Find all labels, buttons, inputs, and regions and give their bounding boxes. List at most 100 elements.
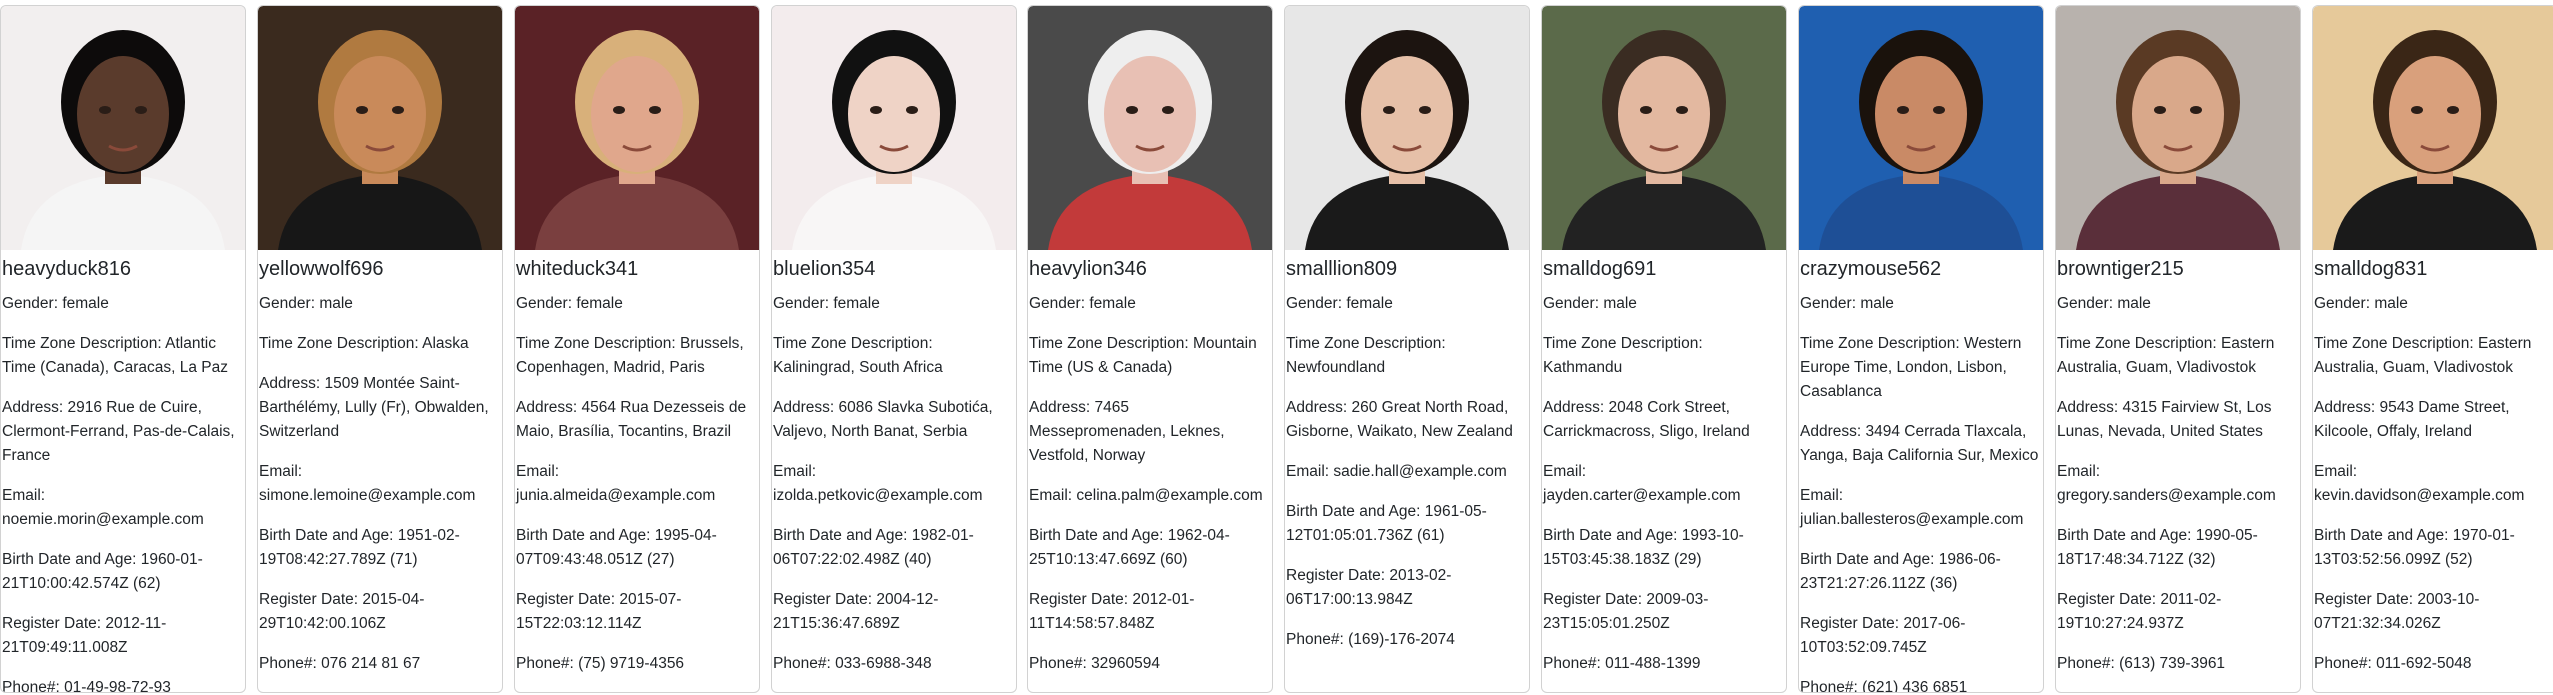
user-card: whiteduck341 Gender: female Time Zone Desc… (514, 5, 760, 693)
user-card-body: heavylion346 Gender: female Time Zone Desc… (1028, 250, 1272, 676)
address-field: Address: 7465 Messepromenaden, Leknes, V… (1029, 396, 1272, 468)
user-card: smalldog691 Gender: male Time Zone Descrip… (1541, 5, 1787, 693)
field-value: Newfoundland (1286, 359, 1386, 376)
user-card: heavylion346 Gender: female Time Zone Desc… (1027, 5, 1273, 693)
user-card-body: browntiger215 Gender: male Time Zone Descr… (2056, 250, 2300, 676)
username: yellowwolf696 (259, 258, 384, 280)
avatar-portrait (1285, 6, 1529, 250)
gender-field: Gender: male (259, 292, 502, 316)
field-label: Time Zone Description: (1029, 335, 1193, 352)
email-field: Email: julian.ballesteros@example.com (1800, 484, 2043, 532)
username: smalldog831 (2314, 258, 2428, 280)
gender-field: Gender: male (2314, 292, 2553, 316)
field-label: Gender: (1029, 295, 1090, 312)
field-value: 076 214 81 67 (321, 655, 421, 672)
field-value: female (833, 295, 880, 312)
field-label: Birth Date and Age: (1800, 551, 1939, 568)
timezone-field: Time Zone Description: Mountain Time (US… (1029, 332, 1272, 380)
field-label: Birth Date and Age: (259, 527, 398, 544)
field-value: (621) 436 6851 (1862, 679, 1968, 693)
phone-field: Phone#: 011-488-1399 (1543, 652, 1786, 676)
field-label: Gender: (516, 295, 577, 312)
field-label: Register Date: (2314, 591, 2418, 608)
avatar-portrait (1, 6, 245, 250)
field-label: Birth Date and Age: (2057, 527, 2196, 544)
user-photo (1542, 6, 1786, 250)
register-date-field: Register Date: 2003-10-07T21:32:34.026Z (2314, 588, 2553, 636)
birth-date-field: Birth Date and Age: 1961-05-12T01:05:01.… (1286, 500, 1529, 548)
phone-field: Phone#: 32960594 (1029, 652, 1272, 676)
field-value: male (2374, 295, 2408, 312)
register-date-field: Register Date: 2004-12-21T15:36:47.689Z (773, 588, 1016, 636)
field-value: Alaska (422, 335, 469, 352)
field-value: male (319, 295, 353, 312)
field-value: noemie.morin@example.com (2, 511, 204, 528)
field-label: Birth Date and Age: (1543, 527, 1682, 544)
field-value: celina.palm@example.com (1076, 487, 1263, 504)
field-label: Gender: (1543, 295, 1604, 312)
email-field: Email: celina.palm@example.com (1029, 484, 1272, 508)
username: smalldog691 (1543, 258, 1657, 280)
register-date-field: Register Date: 2009-03-23T15:05:01.250Z (1543, 588, 1786, 636)
user-card-body: whiteduck341 Gender: female Time Zone Desc… (515, 250, 759, 676)
field-label: Email: (259, 463, 303, 480)
timezone-field: Time Zone Description: Western Europe Ti… (1800, 332, 2043, 404)
timezone-field: Time Zone Description: Eastern Australia… (2057, 332, 2300, 380)
birth-date-field: Birth Date and Age: 1960-01-21T10:00:42.… (2, 548, 245, 596)
username: smalllion809 (1286, 258, 1398, 280)
register-date-field: Register Date: 2012-01-11T14:58:57.848Z (1029, 588, 1272, 636)
address-field: Address: 4315 Fairview St, Los Lunas, Ne… (2057, 396, 2300, 444)
field-value: julian.ballesteros@example.com (1800, 511, 2024, 528)
field-label: Time Zone Description: (1800, 335, 1964, 352)
user-card: yellowwolf696 Gender: male Time Zone Descr… (257, 5, 503, 693)
field-label: Gender: (2314, 295, 2375, 312)
avatar-portrait (258, 6, 502, 250)
field-value: kevin.davidson@example.com (2314, 487, 2525, 504)
email-field: Email: kevin.davidson@example.com (2314, 460, 2553, 508)
address-field: Address: 260 Great North Road, Gisborne,… (1286, 396, 1529, 444)
field-label: Phone#: (2314, 655, 2377, 672)
avatar-portrait (2313, 6, 2553, 250)
field-label: Time Zone Description: (1286, 335, 1446, 352)
field-label: Register Date: (2057, 591, 2161, 608)
field-label: Phone#: (2057, 655, 2120, 672)
field-label: Phone#: (1543, 655, 1606, 672)
timezone-field: Time Zone Description: Atlantic Time (Ca… (2, 332, 245, 380)
field-value: gregory.sanders@example.com (2057, 487, 2276, 504)
register-date-field: Register Date: 2012-11-21T09:49:11.008Z (2, 612, 245, 660)
field-label: Phone#: (2, 679, 65, 693)
timezone-field: Time Zone Description: Alaska (259, 332, 502, 356)
field-label: Gender: (773, 295, 834, 312)
birth-date-field: Birth Date and Age: 1982-01-06T07:22:02.… (773, 524, 1016, 572)
phone-field: Phone#: 01-49-98-72-93 (2, 676, 245, 693)
register-date-field: Register Date: 2017-06-10T03:52:09.745Z (1800, 612, 2043, 660)
field-value: (169)-176-2074 (1348, 631, 1455, 648)
field-value: 32960594 (1091, 655, 1161, 672)
field-label: Birth Date and Age: (516, 527, 655, 544)
field-label: Birth Date and Age: (773, 527, 912, 544)
address-field: Address: 2048 Cork Street, Carrickmacros… (1543, 396, 1786, 444)
avatar-portrait (1028, 6, 1272, 250)
username: crazymouse562 (1800, 258, 1942, 280)
user-photo (772, 6, 1016, 250)
user-card-body: heavyduck816 Gender: female Time Zone Desc… (1, 250, 245, 693)
field-value: 033-6988-348 (835, 655, 932, 672)
field-label: Address: (773, 399, 839, 416)
timezone-field: Time Zone Description: Newfoundland (1286, 332, 1529, 380)
field-value: (75) 9719-4356 (578, 655, 685, 672)
field-label: Address: (1029, 399, 1095, 416)
user-card-body: crazymouse562 Gender: male Time Zone Descr… (1799, 250, 2043, 693)
avatar-portrait (772, 6, 1016, 250)
register-date-field: Register Date: 2015-04-29T10:42:00.106Z (259, 588, 502, 636)
field-label: Address: (259, 375, 325, 392)
field-label: Email: (516, 463, 560, 480)
field-value: simone.lemoine@example.com (259, 487, 476, 504)
gender-field: Gender: female (516, 292, 759, 316)
phone-field: Phone#: 033-6988-348 (773, 652, 1016, 676)
username: bluelion354 (773, 258, 876, 280)
gender-field: Gender: female (1029, 292, 1272, 316)
field-label: Email: (2, 487, 46, 504)
phone-field: Phone#: (621) 436 6851 (1800, 676, 2043, 693)
avatar-portrait (2056, 6, 2300, 250)
username: browntiger215 (2057, 258, 2184, 280)
